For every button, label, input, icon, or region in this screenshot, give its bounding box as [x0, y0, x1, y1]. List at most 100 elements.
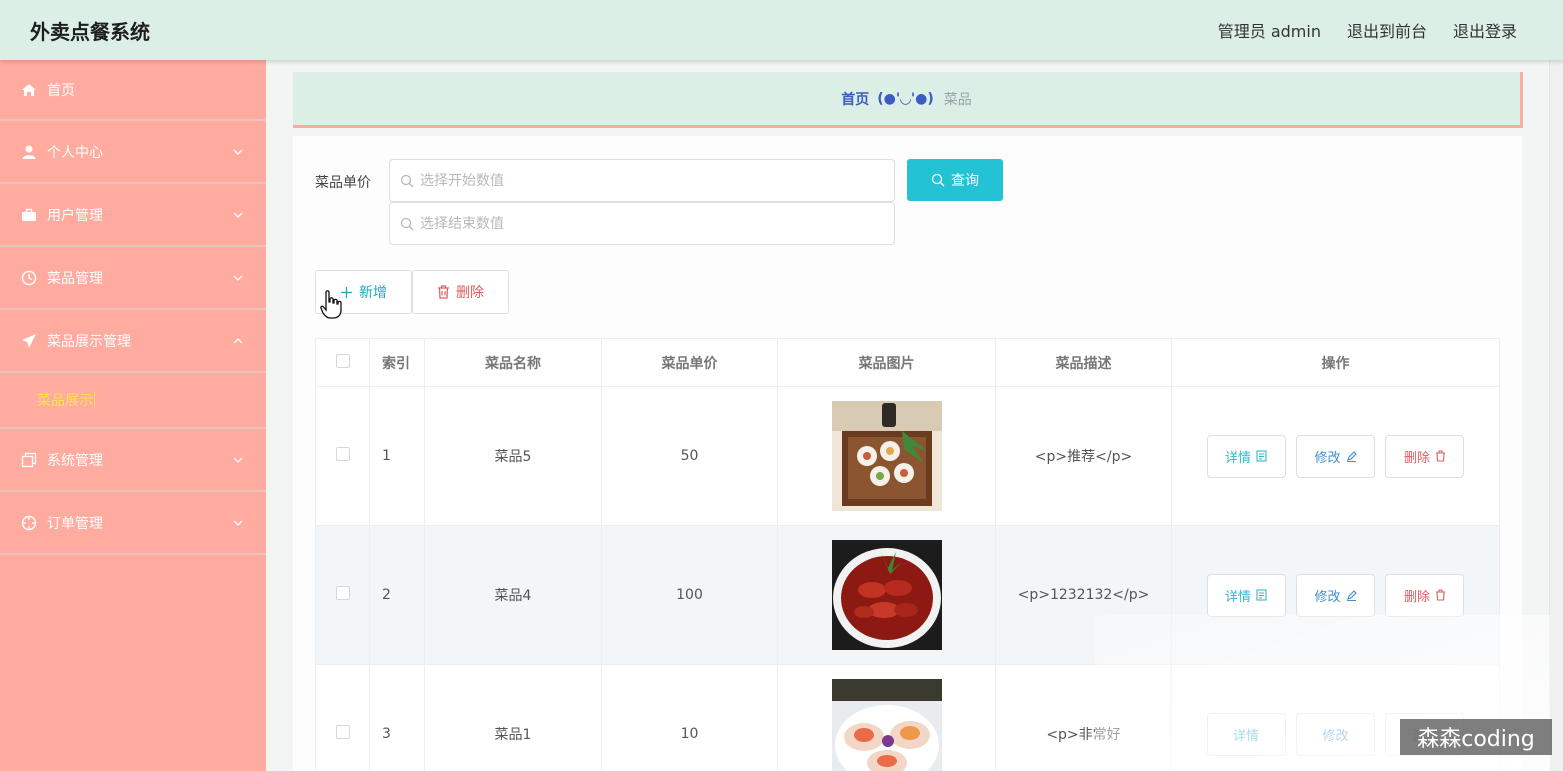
row-checkbox[interactable] [335, 725, 350, 739]
chevron-down-icon [233, 520, 243, 526]
search-icon [400, 217, 414, 230]
sidebar-item-label: 系统管理 [47, 452, 103, 469]
cell-image [777, 386, 996, 526]
row-delete-button[interactable]: 删除 [1385, 573, 1465, 617]
chevron-down-icon [233, 212, 243, 218]
cell-index: 3 [369, 664, 425, 771]
sidebar-item-system-management[interactable]: 系统管理 [0, 429, 266, 492]
breadcrumb-current: 菜品 [943, 91, 972, 108]
search-icon [931, 173, 945, 187]
admin-user-label[interactable]: 管理员 admin [1218, 18, 1321, 42]
sidebar-item-label: 订单管理 [47, 515, 103, 532]
select-all-cell [315, 338, 370, 387]
breadcrumb: 首页 (●'◡'●) 菜品 [293, 72, 1523, 128]
detail-button[interactable]: 详情 [1206, 573, 1286, 617]
chevron-down-icon [233, 149, 243, 155]
cell-description: <p>1232132</p> [995, 525, 1172, 665]
scallops-image[interactable] [831, 679, 942, 771]
briefcase-icon [20, 206, 38, 224]
sidebar-item-order-management[interactable]: 订单管理 [0, 492, 266, 555]
price-end-input[interactable] [420, 215, 894, 232]
cell-index: 1 [369, 386, 425, 526]
breadcrumb-home[interactable]: 首页 [841, 89, 869, 109]
sidebar-item-dish-management[interactable]: 菜品管理 [0, 247, 266, 310]
add-button-label: 新增 [359, 284, 387, 300]
delete-button-label: 删除 [1403, 589, 1430, 605]
user-icon [20, 143, 38, 161]
pencil-icon [1346, 590, 1357, 601]
row-checkbox[interactable] [335, 586, 350, 600]
price-start-input-wrapper [389, 159, 895, 202]
watermark: 森森coding [1400, 719, 1552, 755]
sushi-rolls-image[interactable] [831, 401, 942, 511]
cell-description: <p>非常好 [995, 664, 1172, 771]
cell-index: 2 [369, 525, 425, 665]
cell-image [777, 664, 996, 771]
home-icon [20, 81, 38, 99]
cell-name: 菜品1 [424, 664, 602, 771]
sidebar-item-label: 首页 [47, 82, 75, 99]
chevron-down-icon [233, 457, 243, 463]
trash-icon [1435, 589, 1445, 601]
query-button-label: 查询 [951, 172, 979, 188]
table-header-row: 索引 菜品名称 菜品单价 菜品图片 菜品描述 操作 [315, 338, 1500, 387]
edit-button[interactable]: 修改 [1296, 573, 1375, 617]
dish-table: 索引 菜品名称 菜品单价 菜品图片 菜品描述 操作 1 菜品5 50 <p>推荐… [315, 338, 1500, 771]
table-row: 2 菜品4 100 <p>1232132</p> 详情 修改 删除 [315, 525, 1500, 665]
main-content: 菜品单价 查询 新增 删除 索引 菜品名称 菜品单价 菜品图片 菜品描述 操作 [293, 136, 1522, 771]
trash-icon [1435, 450, 1445, 462]
cell-name: 菜品4 [424, 525, 602, 665]
query-button[interactable]: 查询 [907, 159, 1003, 201]
table-row: 3 菜品1 10 <p>非常好 详情 修改 [315, 664, 1500, 771]
cell-image [777, 525, 996, 665]
pencil-icon [1346, 451, 1357, 462]
trash-icon [438, 285, 449, 299]
crayfish-image[interactable] [831, 540, 942, 650]
logout-link[interactable]: 退出登录 [1453, 18, 1517, 42]
top-nav: 管理员 admin 退出到前台 退出登录 [1218, 18, 1517, 42]
cell-description: <p>推荐</p> [995, 386, 1172, 526]
edit-button[interactable]: 修改 [1296, 712, 1375, 756]
document-icon [1256, 589, 1267, 601]
chevron-up-icon [233, 337, 243, 343]
search-icon [400, 174, 414, 187]
text-caret [94, 392, 95, 408]
price-filter-label: 菜品单价 [315, 175, 371, 191]
sidebar-item-dish-display-management[interactable]: 菜品展示管理 [0, 310, 266, 373]
column-header-image: 菜品图片 [777, 338, 996, 387]
edit-button-label: 修改 [1314, 589, 1341, 605]
price-start-input[interactable] [420, 172, 894, 189]
sidebar-subitem-dish-display[interactable]: 菜品展示 [0, 373, 266, 429]
cell-price: 100 [601, 525, 778, 665]
clock-icon [20, 269, 38, 287]
row-select-cell [315, 525, 370, 665]
cell-actions: 详情 修改 删除 [1171, 664, 1500, 771]
detail-button[interactable]: 详情 [1206, 712, 1286, 756]
select-all-checkbox[interactable] [335, 353, 350, 368]
column-header-actions: 操作 [1171, 338, 1500, 387]
detail-button-label: 详情 [1225, 589, 1252, 605]
back-to-front-link[interactable]: 退出到前台 [1347, 18, 1427, 42]
delete-button-label: 删除 [456, 284, 484, 300]
app-title: 外卖点餐系统 [30, 20, 150, 44]
top-header: 外卖点餐系统 管理员 admin 退出到前台 退出登录 [0, 0, 1563, 60]
cell-name: 菜品5 [424, 386, 602, 526]
edit-button[interactable]: 修改 [1296, 434, 1375, 478]
edit-button-label: 修改 [1314, 450, 1341, 466]
column-header-name: 菜品名称 [424, 338, 602, 387]
detail-button[interactable]: 详情 [1206, 434, 1286, 478]
sidebar-item-home[interactable]: 首页 [0, 60, 266, 121]
delete-button-label: 删除 [1403, 450, 1430, 466]
detail-button-label: 详情 [1225, 450, 1252, 466]
breadcrumb-separator: (●'◡'●) [877, 90, 934, 107]
cell-price: 10 [601, 664, 778, 771]
row-checkbox[interactable] [335, 447, 350, 461]
row-delete-button[interactable]: 删除 [1385, 434, 1465, 478]
vertical-scrollbar[interactable] [1549, 60, 1563, 771]
column-header-price: 菜品单价 [601, 338, 778, 387]
target-icon [20, 514, 38, 532]
sidebar-item-user-management[interactable]: 用户管理 [0, 184, 266, 247]
batch-delete-button[interactable]: 删除 [412, 270, 509, 314]
sidebar-item-personal-center[interactable]: 个人中心 [0, 121, 266, 184]
column-header-index: 索引 [369, 338, 425, 387]
